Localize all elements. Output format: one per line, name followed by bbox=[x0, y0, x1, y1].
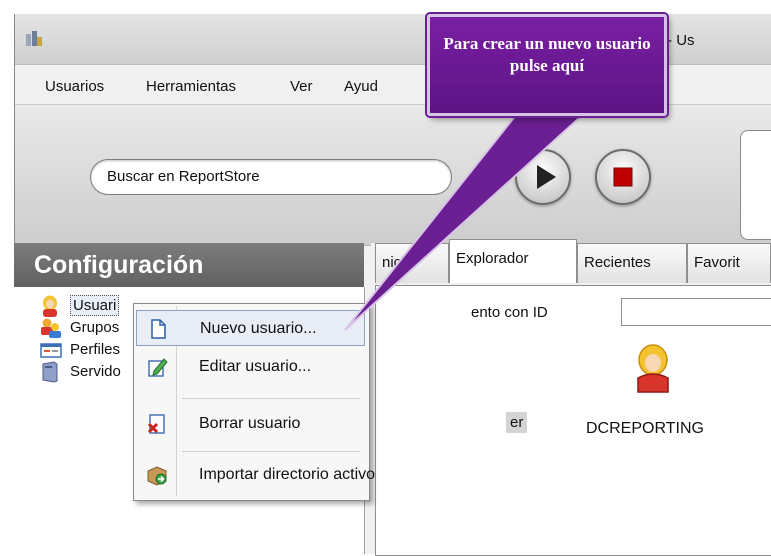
menu-label-nuevo-usuario: Nuevo usuario... bbox=[200, 320, 317, 337]
edit-pencil-icon bbox=[148, 358, 168, 377]
context-menu: Nuevo usuario... Editar usuario... Borra… bbox=[133, 303, 375, 501]
configuration-header: Configuración bbox=[14, 243, 364, 287]
menu-separator bbox=[182, 451, 360, 452]
tree-label-perfiles: Perfiles bbox=[70, 341, 121, 358]
user-large-icon[interactable] bbox=[633, 344, 673, 394]
user-name-label: DCREPORTING bbox=[586, 420, 704, 437]
toolbar: Buscar en ReportStore bbox=[15, 104, 771, 246]
search-placeholder: Buscar en ReportStore bbox=[107, 168, 260, 185]
callout-text: Para crear un nuevo usuario pulse aquí bbox=[443, 34, 651, 75]
menu-item-borrar-usuario[interactable]: Borrar usuario bbox=[136, 406, 365, 442]
stop-icon bbox=[613, 167, 633, 187]
tab-favoritos[interactable]: Favorit bbox=[687, 243, 771, 283]
menu-label-importar-directorio: Importar directorio activo bbox=[199, 466, 376, 483]
partial-label: er bbox=[506, 412, 528, 433]
menu-item-editar-usuario[interactable]: Editar usuario... bbox=[136, 349, 365, 385]
menu-label-borrar-usuario: Borrar usuario bbox=[199, 415, 301, 432]
profile-icon bbox=[40, 343, 62, 358]
tab-inicio[interactable]: nicio bbox=[375, 243, 449, 283]
stop-button[interactable] bbox=[595, 149, 651, 205]
server-icon bbox=[42, 361, 58, 383]
play-icon bbox=[537, 165, 556, 189]
menu-ayuda[interactable]: Ayud bbox=[344, 78, 378, 95]
menu-usuarios[interactable]: Usuarios bbox=[45, 78, 104, 95]
menu-item-importar-directorio[interactable]: Importar directorio activo bbox=[136, 457, 375, 493]
menu-herramientas[interactable]: Herramientas bbox=[146, 78, 236, 95]
tree-label-usuarios: Usuari bbox=[70, 295, 120, 316]
tree-label-servidores: Servido bbox=[70, 363, 121, 380]
tooltip-callout: Para crear un nuevo usuario pulse aquí bbox=[427, 14, 667, 116]
tab-explorador[interactable]: Explorador bbox=[449, 239, 577, 283]
menu-label-editar-usuario: Editar usuario... bbox=[199, 358, 312, 375]
menu-ver[interactable]: Ver bbox=[290, 78, 313, 95]
explorer-content: ento con ID er DCREPORTING bbox=[375, 285, 771, 556]
toolbar-panel bbox=[740, 130, 771, 240]
user-icon bbox=[43, 295, 57, 317]
new-document-icon bbox=[151, 319, 166, 339]
import-box-icon bbox=[147, 466, 167, 486]
menu-item-nuevo-usuario[interactable]: Nuevo usuario... bbox=[136, 310, 365, 346]
app-icon bbox=[26, 31, 42, 46]
id-input[interactable] bbox=[621, 298, 771, 326]
menu-separator bbox=[182, 398, 360, 399]
group-icon bbox=[41, 318, 61, 338]
play-button[interactable] bbox=[515, 149, 571, 205]
delete-icon bbox=[147, 414, 165, 434]
search-input[interactable]: Buscar en ReportStore bbox=[90, 159, 452, 195]
tree-label-grupos: Grupos bbox=[70, 319, 120, 336]
id-field-label: ento con ID bbox=[471, 304, 548, 321]
configuration-title: Configuración bbox=[34, 251, 204, 279]
tab-recientes[interactable]: Recientes bbox=[577, 243, 687, 283]
